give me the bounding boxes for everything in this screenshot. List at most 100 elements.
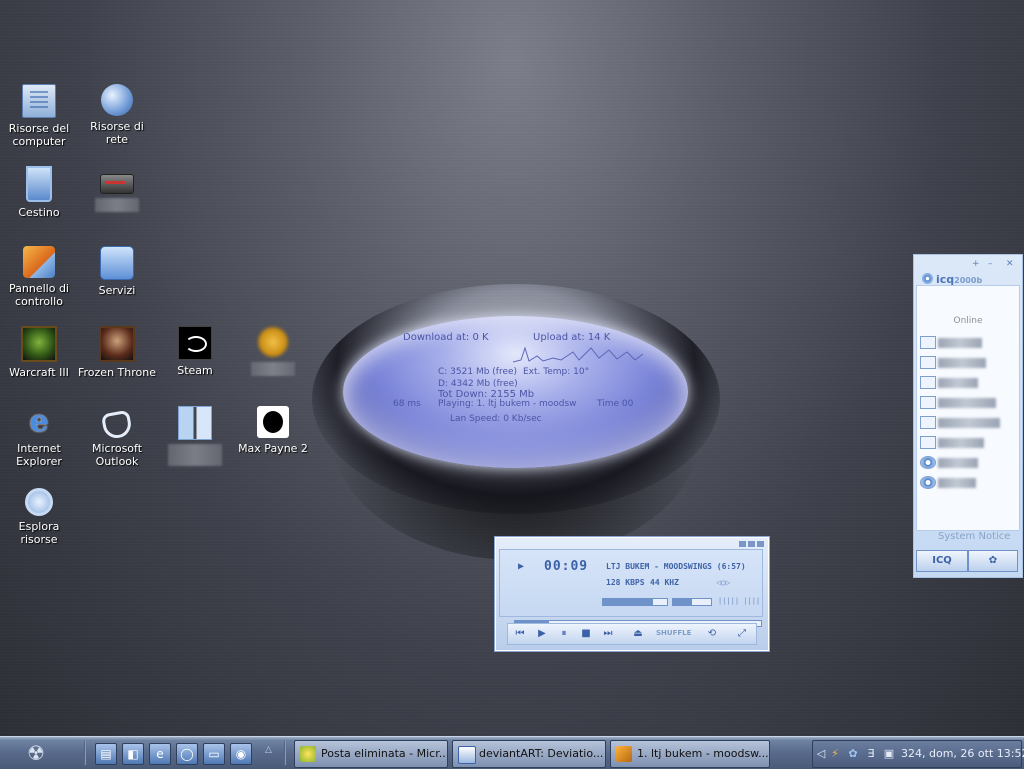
outlook-shortcut[interactable]: Microsoft Outlook (78, 406, 156, 468)
contact-card-icon (920, 416, 936, 429)
contact-row[interactable] (920, 436, 1016, 450)
shortcut-label: Microsoft Outlook (91, 442, 143, 468)
contact-row[interactable] (920, 336, 1016, 350)
shortcut-label: Esplora risorse (18, 520, 60, 546)
stop-button[interactable]: ■ (578, 627, 594, 640)
internet-explorer-shortcut[interactable]: e Internet Explorer (0, 406, 78, 469)
icq-add-button[interactable]: + (972, 259, 980, 269)
close-button[interactable] (757, 541, 764, 547)
tray-network-icon[interactable]: ▣ (881, 746, 897, 762)
task-button-player[interactable]: 1. ltj bukem - moodsw... (610, 740, 770, 768)
frozen-throne-shortcut[interactable]: Frozen Throne (78, 326, 156, 379)
bitrate: 128 KBPS (606, 578, 645, 587)
drive-icon (100, 174, 134, 194)
transport-controls: ⏮ ▶ ⏸ ■ ⏭ ⏏ SHUFFLE ⟲ ⤢ (507, 623, 757, 645)
system-notice-button[interactable]: System Notice (916, 531, 1024, 542)
shuffle-button[interactable]: SHUFFLE (656, 629, 691, 638)
quicklaunch-camera-icon[interactable]: ◉ (230, 743, 252, 765)
warcraft3-shortcut[interactable]: Warcraft III (0, 326, 78, 379)
blurred-shortcut[interactable] (234, 326, 312, 376)
lan-speed: Lan Speed: 0 Kb/sec (450, 414, 542, 424)
contact-row[interactable] (920, 416, 1016, 430)
system-notice-label: System Notice (938, 531, 1011, 542)
quicklaunch-ie-icon[interactable]: e (149, 743, 171, 765)
quicklaunch-expand-icon[interactable]: △ (265, 745, 272, 755)
contact-row[interactable] (920, 396, 1016, 410)
tray-icq-icon[interactable]: ✿ (845, 746, 861, 762)
icq-close-button[interactable]: ✕ (1006, 259, 1014, 269)
eject-button[interactable]: ⏏ (630, 627, 646, 640)
task-button-outlook[interactable]: Posta eliminata - Micr... (294, 740, 448, 768)
contact-row[interactable] (920, 456, 1016, 470)
balance-level (673, 599, 692, 605)
task-label: Posta eliminata - Micr... (321, 747, 448, 760)
tray-lightning-icon[interactable]: ⚡ (827, 746, 843, 762)
network-globe-icon (101, 84, 133, 116)
task-button-browser[interactable]: deviantART: Deviatio... (452, 740, 606, 768)
track-title: LTJ BUKEM - MOODSWINGS (6:57) (606, 562, 746, 571)
max-payne-2-shortcut[interactable]: Max Payne 2 (234, 406, 312, 455)
shade-button[interactable] (748, 541, 755, 547)
my-computer-shortcut[interactable]: Risorse del computer (0, 84, 78, 148)
documents-icon (178, 406, 212, 440)
shortcut-label: Steam (177, 364, 213, 377)
contact-name-blurred (938, 398, 996, 408)
contact-row[interactable] (920, 356, 1016, 370)
start-button[interactable]: ☢ (18, 740, 54, 766)
taskbar-separator (284, 741, 286, 765)
icq-flower-icon (922, 273, 933, 284)
icq-services-button[interactable]: ✿ (968, 550, 1018, 572)
resize-grip-icon[interactable]: ⤢ (734, 627, 750, 640)
task-label: deviantART: Deviatio... (479, 747, 604, 760)
icq-contact-window[interactable]: + – ✕ icq2000b Online System Notice ICQ … (913, 254, 1023, 578)
steam-shortcut[interactable]: Steam (156, 326, 234, 377)
next-track-button[interactable]: ⏭ (600, 627, 616, 640)
services-icon (100, 246, 134, 280)
balance-slider[interactable] (672, 598, 712, 606)
recycle-bin-icon (26, 166, 52, 202)
disk-d-free: D: 4342 Mb (free) (438, 379, 518, 389)
shortcut-label: Risorse del computer (8, 122, 70, 148)
quicklaunch-explorer-icon[interactable]: ◧ (122, 743, 144, 765)
now-playing: Playing: 1. ltj bukem - moodsw (438, 399, 577, 409)
media-player-window[interactable]: ▶ 00:09 LTJ BUKEM - MOODSWINGS (6:57) 12… (494, 536, 770, 652)
drive-shortcut[interactable] (78, 166, 156, 212)
explorer-shortcut[interactable]: Esplora risorse (0, 488, 78, 546)
elapsed-time: 00:09 (544, 559, 589, 574)
shortcut-label: Servizi (98, 284, 136, 297)
quicklaunch-monitor-icon[interactable]: ▭ (203, 743, 225, 765)
start-logo-icon: ☢ (27, 741, 45, 765)
network-places-shortcut[interactable]: Risorse di rete (78, 84, 156, 146)
pause-button[interactable]: ⏸ (556, 627, 572, 640)
documents-shortcut[interactable] (156, 406, 234, 466)
quicklaunch-show-desktop-icon[interactable]: ▤ (95, 743, 117, 765)
repeat-button[interactable]: ⟲ (704, 627, 720, 640)
icq-main-button[interactable]: ICQ (916, 550, 968, 572)
contact-row[interactable] (920, 376, 1016, 390)
outlook-icon (100, 409, 134, 441)
my-computer-icon (22, 84, 56, 118)
disk-c-free: C: 3521 Mb (free) (438, 367, 518, 377)
contact-name-blurred (938, 378, 978, 388)
control-panel-shortcut[interactable]: Pannello di controllo (0, 246, 78, 308)
explorer-magnifier-icon (25, 488, 53, 516)
contact-card-icon (920, 376, 936, 389)
tray-keyboard-icon[interactable]: ∃ (863, 746, 879, 762)
recycle-bin-shortcut[interactable]: Cestino (0, 166, 78, 219)
player-display: ▶ 00:09 LTJ BUKEM - MOODSWINGS (6:57) 12… (499, 549, 763, 627)
contact-name-blurred (938, 358, 986, 368)
volume-slider[interactable] (602, 598, 668, 606)
icq-minimize-button[interactable]: – (988, 259, 993, 269)
contact-row[interactable] (920, 476, 1016, 490)
equalizer-toggle[interactable]: ||||| |||| (718, 596, 760, 606)
contact-card-icon (920, 396, 936, 409)
play-button[interactable]: ▶ (534, 627, 550, 640)
contact-name-blurred (938, 458, 978, 468)
contact-name-blurred (938, 338, 982, 348)
quicklaunch-outlook-icon[interactable]: ◯ (176, 743, 198, 765)
blurred-label (251, 362, 295, 376)
previous-track-button[interactable]: ⏮ (512, 627, 528, 640)
contact-card-icon (920, 356, 936, 369)
minimize-button[interactable] (739, 541, 746, 547)
services-shortcut[interactable]: Servizi (78, 246, 156, 297)
